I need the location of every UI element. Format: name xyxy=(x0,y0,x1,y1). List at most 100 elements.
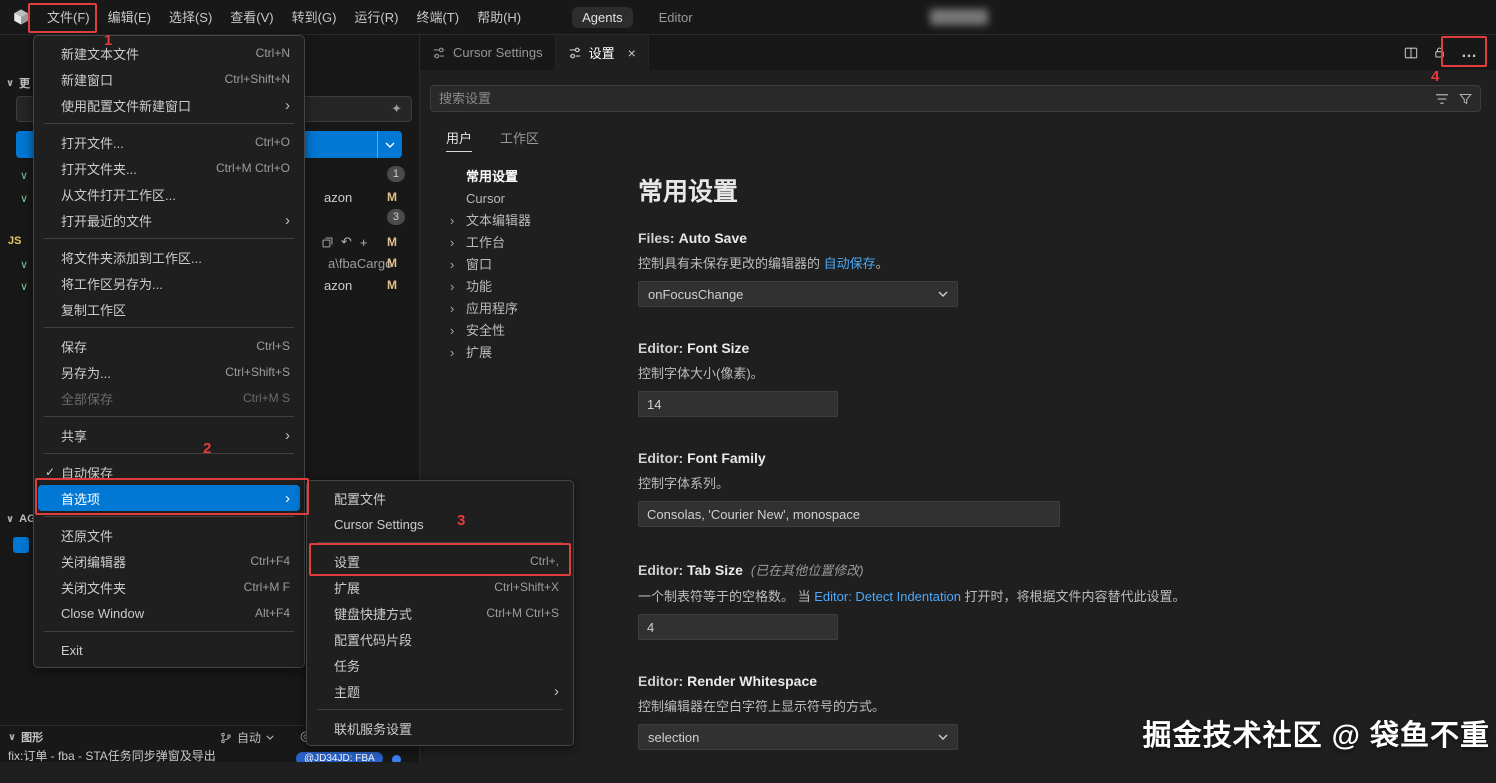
menu-item-keyboard-shortcuts[interactable]: 键盘快捷方式 Ctrl+M Ctrl+S xyxy=(311,600,569,626)
chevron-right-icon: › xyxy=(450,235,455,250)
menu-item-new-file[interactable]: 新建文本文件 Ctrl+N xyxy=(38,40,300,66)
tree-chevron-icon[interactable]: ∨ xyxy=(20,192,28,205)
split-editor-icon[interactable] xyxy=(1404,46,1418,60)
font-size-input[interactable] xyxy=(638,391,838,417)
chevron-right-icon: › xyxy=(450,301,455,316)
toc-item-common[interactable]: 常用设置 xyxy=(440,166,632,188)
toc-item-texteditor[interactable]: › 文本编辑器 xyxy=(440,210,632,232)
menu-item-share[interactable]: 共享 › xyxy=(38,422,300,448)
menu-item-add-folder-to-workspace[interactable]: 将文件夹添加到工作区... xyxy=(38,244,300,270)
toc-item-features[interactable]: › 功能 xyxy=(440,276,632,298)
menu-item-exit[interactable]: Exit xyxy=(38,637,300,663)
annotation-box-1 xyxy=(28,3,97,33)
stage-changes-icon[interactable]: + xyxy=(360,235,368,250)
detect-indentation-link[interactable]: Editor: Detect Indentation xyxy=(814,589,961,604)
menu-item-new-window-profile[interactable]: 使用配置文件新建窗口 › xyxy=(38,92,300,118)
select-value: selection xyxy=(648,729,700,745)
tab-user[interactable]: 用户 xyxy=(446,128,473,152)
redacted-username xyxy=(930,9,988,25)
menu-item-open-recent[interactable]: 打开最近的文件 › xyxy=(38,207,300,233)
tree-chevron-icon[interactable]: ∨ xyxy=(20,280,28,293)
graph-section-title[interactable]: ∨ 图形 xyxy=(8,729,43,745)
menu-item-revert-file[interactable]: 还原文件 xyxy=(38,522,300,548)
menu-item-open-file[interactable]: 打开文件... Ctrl+O xyxy=(38,129,300,155)
filter-lines-icon[interactable] xyxy=(1435,93,1449,105)
filter-funnel-icon[interactable] xyxy=(1459,93,1472,105)
toc-item-cursor[interactable]: Cursor xyxy=(440,188,632,210)
menu-item-close-window[interactable]: Close Window Alt+F4 xyxy=(38,600,300,626)
open-file-icon[interactable] xyxy=(322,237,333,248)
auto-save-select[interactable]: onFocusChange xyxy=(638,281,958,307)
menu-help[interactable]: 帮助(H) xyxy=(468,0,530,35)
menu-item-label: 共享 xyxy=(61,428,88,444)
menu-item-save-workspace-as[interactable]: 将工作区另存为... xyxy=(38,270,300,296)
menu-item-label: 另存为... xyxy=(61,365,111,381)
menu-item-label: 配置代码片段 xyxy=(334,632,413,648)
branch-icon xyxy=(221,732,231,743)
file-row-label[interactable]: azon xyxy=(324,278,352,293)
toc-item-extensions[interactable]: › 扩展 xyxy=(440,342,632,364)
toc-item-window[interactable]: › 窗口 xyxy=(440,254,632,276)
menu-item-save-as[interactable]: 另存为... Ctrl+Shift+S xyxy=(38,359,300,385)
modified-badge: M xyxy=(387,190,397,204)
setting-label: Editor: Font Family xyxy=(638,450,1496,466)
menu-item-extensions[interactable]: 扩展 Ctrl+Shift+X xyxy=(311,574,569,600)
menu-item-open-workspace[interactable]: 从文件打开工作区... xyxy=(38,181,300,207)
agent-tile[interactable] xyxy=(13,537,29,553)
graph-auto-control[interactable]: 自动 xyxy=(220,729,274,746)
tab-agents[interactable]: Agents xyxy=(572,6,633,28)
desc-text: 控制字体大小(像素)。 xyxy=(638,366,764,381)
font-family-input[interactable] xyxy=(638,501,1060,527)
change-count-badge: 3 xyxy=(386,209,405,225)
submenu-arrow-icon: › xyxy=(285,96,290,114)
toc-item-application[interactable]: › 应用程序 xyxy=(440,298,632,320)
tree-chevron-icon[interactable]: ∨ xyxy=(20,169,28,182)
file-row-label[interactable]: azon xyxy=(324,190,352,205)
menu-view[interactable]: 查看(V) xyxy=(221,0,282,35)
tab-workspace[interactable]: 工作区 xyxy=(500,128,539,152)
menu-item-save[interactable]: 保存 Ctrl+S xyxy=(38,333,300,359)
discard-changes-icon[interactable]: ↶ xyxy=(341,234,352,250)
file-path-label[interactable]: a\fbaCargo xyxy=(328,256,392,271)
auto-save-link[interactable]: 自动保存 xyxy=(824,256,876,271)
chevron-down-icon xyxy=(266,735,274,740)
tab-settings[interactable]: 设置 × xyxy=(555,35,649,70)
menu-terminal[interactable]: 终端(T) xyxy=(407,0,468,35)
ai-sparkle-icon[interactable]: ✦ xyxy=(391,101,402,117)
menu-item-profiles[interactable]: 配置文件 xyxy=(311,485,569,511)
render-whitespace-select[interactable]: selection xyxy=(638,724,958,750)
menu-run[interactable]: 运行(R) xyxy=(345,0,407,35)
desc-text: 控制具有未保存更改的编辑器的 xyxy=(638,256,824,271)
menu-item-snippets[interactable]: 配置代码片段 xyxy=(311,626,569,652)
settings-search-input[interactable] xyxy=(439,91,1435,106)
menu-item-close-folder[interactable]: 关闭文件夹 Ctrl+M F xyxy=(38,574,300,600)
tab-editor[interactable]: Editor xyxy=(649,7,703,28)
menu-selection[interactable]: 选择(S) xyxy=(160,0,221,35)
menu-edit[interactable]: 编辑(E) xyxy=(99,0,160,35)
close-icon[interactable]: × xyxy=(628,45,636,61)
changes-section-header[interactable]: ∨ 更 xyxy=(6,75,30,91)
menu-item-duplicate-workspace[interactable]: 复制工作区 xyxy=(38,296,300,322)
menu-item-shortcut: Ctrl+F4 xyxy=(250,554,290,568)
menu-item-tasks[interactable]: 任务 xyxy=(311,652,569,678)
menu-item-open-folder[interactable]: 打开文件夹... Ctrl+M Ctrl+O xyxy=(38,155,300,181)
tab-label: 设置 xyxy=(588,46,615,61)
menu-item-close-editor[interactable]: 关闭编辑器 Ctrl+F4 xyxy=(38,548,300,574)
file-menu: 新建文本文件 Ctrl+N 新建窗口 Ctrl+Shift+N 使用配置文件新建窗口… xyxy=(33,35,305,668)
tab-size-input[interactable] xyxy=(638,614,838,640)
graph-commit-row[interactable]: fix:订单 - fba - STA任务同步弹窗及导出 xyxy=(8,747,290,762)
chevron-down-icon: ∨ xyxy=(8,731,17,743)
toc-item-security[interactable]: › 安全性 xyxy=(440,320,632,342)
menu-item-new-window[interactable]: 新建窗口 Ctrl+Shift+N xyxy=(38,66,300,92)
menu-item-shortcut: Ctrl+M F xyxy=(243,580,290,594)
agents-section-header[interactable]: ∨ AG xyxy=(6,513,36,525)
tree-chevron-icon[interactable]: ∨ xyxy=(20,258,28,271)
toc-item-workbench[interactable]: › 工作台 xyxy=(440,232,632,254)
commit-dropdown[interactable] xyxy=(377,131,402,158)
menu-go[interactable]: 转到(G) xyxy=(283,0,346,35)
tab-cursor-settings[interactable]: Cursor Settings xyxy=(420,35,556,70)
menu-item-themes[interactable]: 主题 › xyxy=(311,678,569,704)
menu-item-cursor-settings[interactable]: Cursor Settings xyxy=(311,511,569,537)
menu-item-online-services[interactable]: 联机服务设置 xyxy=(311,715,569,741)
menu-item-label: 保存 xyxy=(61,339,88,355)
